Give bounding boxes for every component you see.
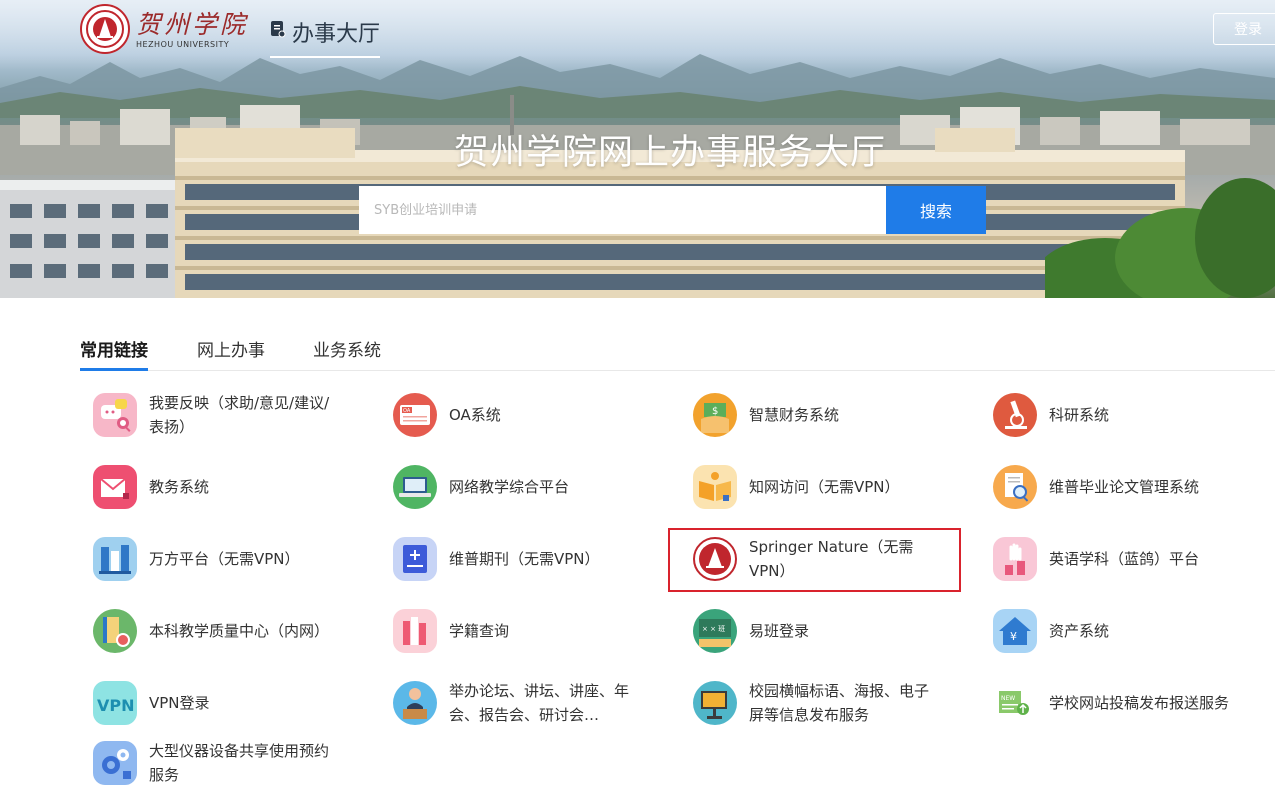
link-label: OA系统 [449, 406, 501, 424]
search-button[interactable]: 搜索 [886, 186, 986, 234]
tab-online-services[interactable]: 网上办事 [197, 333, 265, 371]
document-search-icon [993, 465, 1037, 509]
link-label: 资产系统 [1049, 622, 1110, 640]
link-label: 易班登录 [749, 622, 810, 640]
category-tabs: 常用链接 网上办事 业务系统 [80, 333, 1275, 371]
link-label: 维普期刊（无需VPN） [449, 550, 600, 568]
page-title: 贺州学院网上办事服务大厅 [453, 133, 886, 173]
raised-hand-icon [993, 537, 1037, 581]
link-student-status[interactable]: 学籍查询 [393, 600, 653, 662]
hero-banner: 贺州学院 HEZHOU UNIVERSITY 办事大厅 登录 贺州学院网上办事服… [0, 0, 1275, 298]
link-vip-thesis[interactable]: 维普毕业论文管理系统 [993, 456, 1253, 518]
link-english-platform[interactable]: 英语学科（蓝鸽）平台 [993, 528, 1253, 590]
tab-common-links[interactable]: 常用链接 [80, 333, 148, 371]
gears-icon [93, 741, 137, 785]
link-label: 大型仪器设备共享使用预约服务 [149, 742, 330, 784]
tab-business-systems[interactable]: 业务系统 [313, 333, 381, 371]
link-label: 校园横幅标语、海报、电子屏等信息发布服务 [749, 682, 930, 724]
link-finance[interactable]: $ 智慧财务系统 [693, 384, 953, 446]
link-banner-publish[interactable]: 校园横幅标语、海报、电子屏等信息发布服务 [693, 672, 953, 734]
speaker-podium-icon [393, 681, 437, 725]
link-vip-journal[interactable]: 维普期刊（无需VPN） [393, 528, 653, 590]
link-wanfang[interactable]: 万方平台（无需VPN） [93, 528, 353, 590]
link-label: 网络教学综合平台 [449, 478, 570, 496]
link-label: 科研系统 [1049, 406, 1110, 424]
house-asset-icon: ¥ [993, 609, 1037, 653]
svg-text:OA: OA [403, 408, 411, 414]
link-research[interactable]: 科研系统 [993, 384, 1253, 446]
link-oa[interactable]: OA OA系统 [393, 384, 653, 446]
finance-money-icon: $ [693, 393, 737, 437]
link-academic-affairs[interactable]: 教务系统 [93, 456, 353, 518]
link-instrument-booking[interactable]: 大型仪器设备共享使用预约服务 [93, 732, 353, 794]
new-upload-icon: NEW [993, 681, 1037, 725]
link-vpn-login[interactable]: VPN VPN登录 [93, 672, 353, 734]
link-label: VPN登录 [149, 694, 210, 712]
oa-icon: OA [393, 393, 437, 437]
hall-label: 办事大厅 [292, 22, 381, 47]
link-label: 智慧财务系统 [749, 406, 840, 424]
search-input[interactable] [359, 186, 886, 234]
link-website-submission[interactable]: NEW 学校网站投稿发布报送服务 [993, 672, 1253, 734]
mail-envelope-icon [93, 465, 137, 509]
laptop-icon [393, 465, 437, 509]
link-label: 万方平台（无需VPN） [149, 550, 300, 568]
link-label: 我要反映（求助/意见/建议/表扬） [149, 394, 330, 436]
display-screen-icon [693, 681, 737, 725]
books-stack-icon [393, 609, 437, 653]
link-label: 教务系统 [149, 478, 210, 496]
university-logo[interactable]: 贺州学院 HEZHOU UNIVERSITY [80, 4, 248, 54]
logo-text: 贺州学院 HEZHOU UNIVERSITY [136, 10, 248, 49]
link-label: 维普毕业论文管理系统 [1049, 478, 1200, 496]
svg-text:$: $ [712, 406, 718, 417]
trees [1045, 178, 1275, 298]
side-building [0, 180, 200, 298]
link-label: 本科教学质量中心（内网） [149, 622, 330, 640]
link-teaching-quality[interactable]: 本科教学质量中心（内网） [93, 600, 353, 662]
logo-name-en: HEZHOU UNIVERSITY [136, 39, 230, 49]
link-label: 学校网站投稿发布报送服务 [1049, 694, 1230, 712]
link-label: 举办论坛、讲坛、讲座、年会、报告会、研讨会… [449, 682, 630, 724]
link-yiban[interactable]: × × 班 易班登录 [693, 600, 953, 662]
document-icon [271, 21, 286, 38]
classroom-board-icon: × × 班 [693, 609, 737, 653]
journal-add-icon [393, 537, 437, 581]
svg-text:¥: ¥ [1010, 630, 1017, 643]
link-forum-events[interactable]: 举办论坛、讲坛、讲座、年会、报告会、研讨会… [393, 672, 653, 734]
link-cnki[interactable]: 知网访问（无需VPN） [693, 456, 953, 518]
vpn-icon: VPN [93, 681, 137, 725]
university-seal-icon [80, 4, 130, 54]
logo-name-cn: 贺州学院 [136, 9, 249, 39]
svg-text:× × 班: × × 班 [702, 624, 725, 633]
tab-service-hall[interactable]: 办事大厅 [270, 10, 381, 58]
link-label: 学籍查询 [449, 622, 510, 640]
link-assets[interactable]: ¥ 资产系统 [993, 600, 1253, 662]
login-button[interactable]: 登录 [1213, 13, 1275, 45]
feedback-chat-icon [93, 393, 137, 437]
book-badge-icon [93, 609, 137, 653]
link-feedback[interactable]: 我要反映（求助/意见/建议/表扬） [93, 384, 353, 446]
svg-text:NEW: NEW [1001, 695, 1015, 702]
link-online-teaching[interactable]: 网络教学综合平台 [393, 456, 653, 518]
selection-highlight [668, 528, 961, 592]
link-label: 英语学科（蓝鸽）平台 [1049, 550, 1200, 568]
svg-text:VPN: VPN [97, 696, 135, 715]
bookshelf-icon [93, 537, 137, 581]
open-book-icon [693, 465, 737, 509]
link-label: 知网访问（无需VPN） [749, 478, 900, 496]
microscope-icon [993, 393, 1037, 437]
